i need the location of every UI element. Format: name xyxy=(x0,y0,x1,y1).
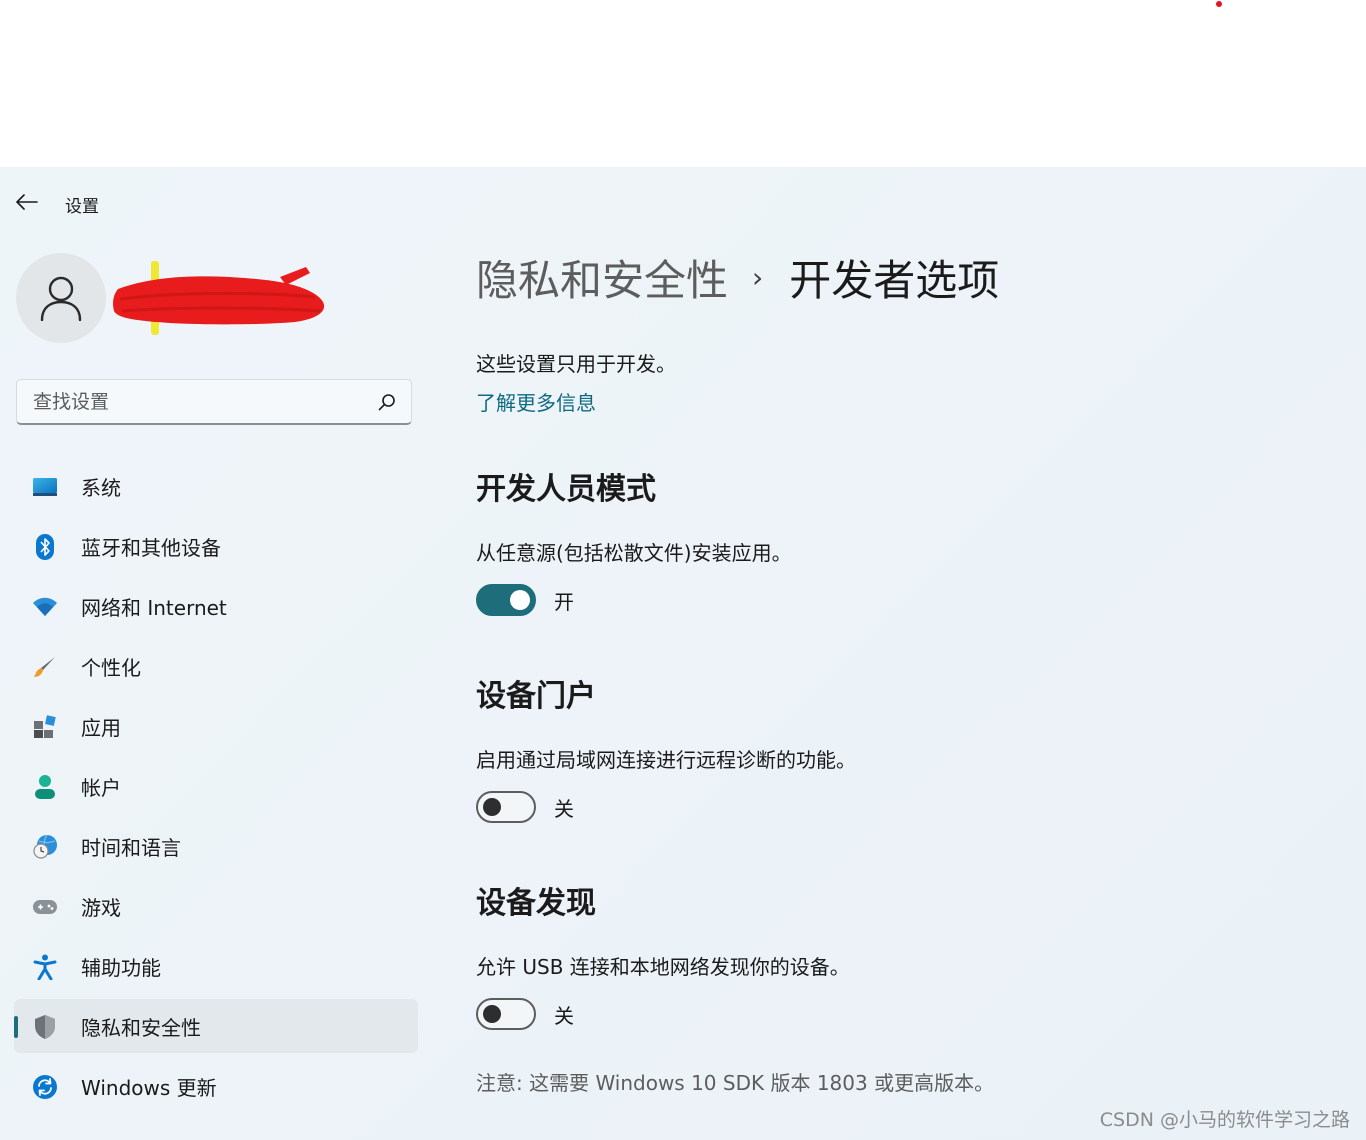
sidebar-item-label: 应用 xyxy=(81,715,121,740)
sidebar-item-windows-update[interactable]: Windows 更新 xyxy=(14,1059,418,1113)
red-dot-marker xyxy=(1216,1,1222,7)
bluetooth-icon xyxy=(32,534,58,560)
device-discovery-section: 设备发现 允许 USB 连接和本地网络发现你的设备。 关 xyxy=(476,884,1336,1030)
back-button[interactable] xyxy=(12,189,42,215)
developer-mode-section: 开发人员模式 从任意源(包括松散文件)安装应用。 开 xyxy=(476,470,1336,616)
section-description: 允许 USB 连接和本地网络发现你的设备。 xyxy=(476,955,850,979)
toggle-row: 开 xyxy=(476,584,1336,616)
sidebar-item-bluetooth[interactable]: 蓝牙和其他设备 xyxy=(14,519,418,573)
redacted-user-name xyxy=(113,261,325,335)
toggle-state-label: 开 xyxy=(554,589,574,614)
device-portal-section: 设备门户 启用通过局域网连接进行远程诊断的功能。 关 xyxy=(476,677,1336,823)
time-language-icon xyxy=(32,834,58,860)
gamepad-icon xyxy=(32,894,58,920)
developer-mode-toggle[interactable] xyxy=(476,584,536,616)
sidebar-nav: 系统 蓝牙和其他设备 网络和 Internet 个性化 应用 帐户 时间和语言 … xyxy=(14,459,418,1119)
sidebar-item-apps[interactable]: 应用 xyxy=(14,699,418,753)
toggle-row: 关 xyxy=(476,998,1336,1030)
title-bar: 设置 xyxy=(0,167,1366,237)
intro-text: 这些设置只用于开发。 xyxy=(476,352,676,376)
top-blank-area xyxy=(0,0,1366,167)
toggle-knob xyxy=(483,798,501,816)
sidebar-item-label: Windows 更新 xyxy=(81,1075,217,1100)
avatar[interactable] xyxy=(16,253,106,343)
update-icon xyxy=(32,1074,58,1100)
sidebar-item-network[interactable]: 网络和 Internet xyxy=(14,579,418,633)
sidebar-item-label: 时间和语言 xyxy=(81,835,181,860)
sidebar-item-label: 系统 xyxy=(81,475,121,500)
search-icon[interactable] xyxy=(377,392,397,412)
sidebar-item-system[interactable]: 系统 xyxy=(14,459,418,513)
toggle-knob xyxy=(510,590,530,610)
learn-more-link[interactable]: 了解更多信息 xyxy=(476,387,596,416)
selected-indicator xyxy=(14,1016,18,1038)
toggle-state-label: 关 xyxy=(554,796,574,821)
sidebar-item-label: 辅助功能 xyxy=(81,955,161,980)
toggle-state-label: 关 xyxy=(554,1003,574,1028)
sidebar-item-label: 蓝牙和其他设备 xyxy=(81,535,221,560)
wifi-icon xyxy=(32,594,58,620)
sidebar-item-label: 网络和 Internet xyxy=(81,595,227,620)
sidebar-item-time-language[interactable]: 时间和语言 xyxy=(14,819,418,873)
section-title: 设备门户 xyxy=(476,679,596,714)
sidebar-item-gaming[interactable]: 游戏 xyxy=(14,879,418,933)
system-icon xyxy=(32,474,58,500)
brush-icon xyxy=(32,654,58,680)
section-title: 设备发现 xyxy=(476,886,596,921)
device-portal-toggle[interactable] xyxy=(476,791,536,823)
user-icon xyxy=(40,276,82,321)
sidebar-item-privacy-security[interactable]: 隐私和安全性 xyxy=(14,999,418,1053)
toggle-knob xyxy=(483,1005,501,1023)
sidebar-item-label: 帐户 xyxy=(81,775,121,800)
search-box[interactable] xyxy=(16,379,412,425)
shield-icon xyxy=(32,1014,58,1040)
app-title: 设置 xyxy=(65,197,99,217)
sidebar-item-personalization[interactable]: 个性化 xyxy=(14,639,418,693)
back-arrow-icon xyxy=(16,194,38,210)
sidebar-item-label: 游戏 xyxy=(81,895,121,920)
page-title: 开发者选项 xyxy=(789,256,1000,305)
section-description: 启用通过局域网连接进行远程诊断的功能。 xyxy=(476,748,856,772)
chevron-right-icon: › xyxy=(752,261,764,294)
sidebar-item-label: 隐私和安全性 xyxy=(81,1015,201,1040)
search-input[interactable] xyxy=(31,380,375,424)
sidebar-item-accounts[interactable]: 帐户 xyxy=(14,759,418,813)
section-description: 从任意源(包括松散文件)安装应用。 xyxy=(476,541,792,565)
sdk-note: 注意: 这需要 Windows 10 SDK 版本 1803 或更高版本。 xyxy=(476,1071,995,1095)
apps-icon xyxy=(32,714,58,740)
sidebar-item-label: 个性化 xyxy=(81,655,141,680)
sidebar-item-accessibility[interactable]: 辅助功能 xyxy=(14,939,418,993)
settings-window: 设置 系统 蓝牙和其他设备 xyxy=(0,167,1366,1140)
section-title: 开发人员模式 xyxy=(476,472,656,507)
device-discovery-toggle[interactable] xyxy=(476,998,536,1030)
account-icon xyxy=(32,774,58,800)
breadcrumb-parent[interactable]: 隐私和安全性 xyxy=(476,247,728,308)
watermark: CSDN @小马的软件学习之路 xyxy=(1099,1109,1350,1131)
breadcrumb: 隐私和安全性 › 开发者选项 xyxy=(476,247,999,308)
toggle-row: 关 xyxy=(476,791,1336,823)
accessibility-icon xyxy=(32,954,58,980)
